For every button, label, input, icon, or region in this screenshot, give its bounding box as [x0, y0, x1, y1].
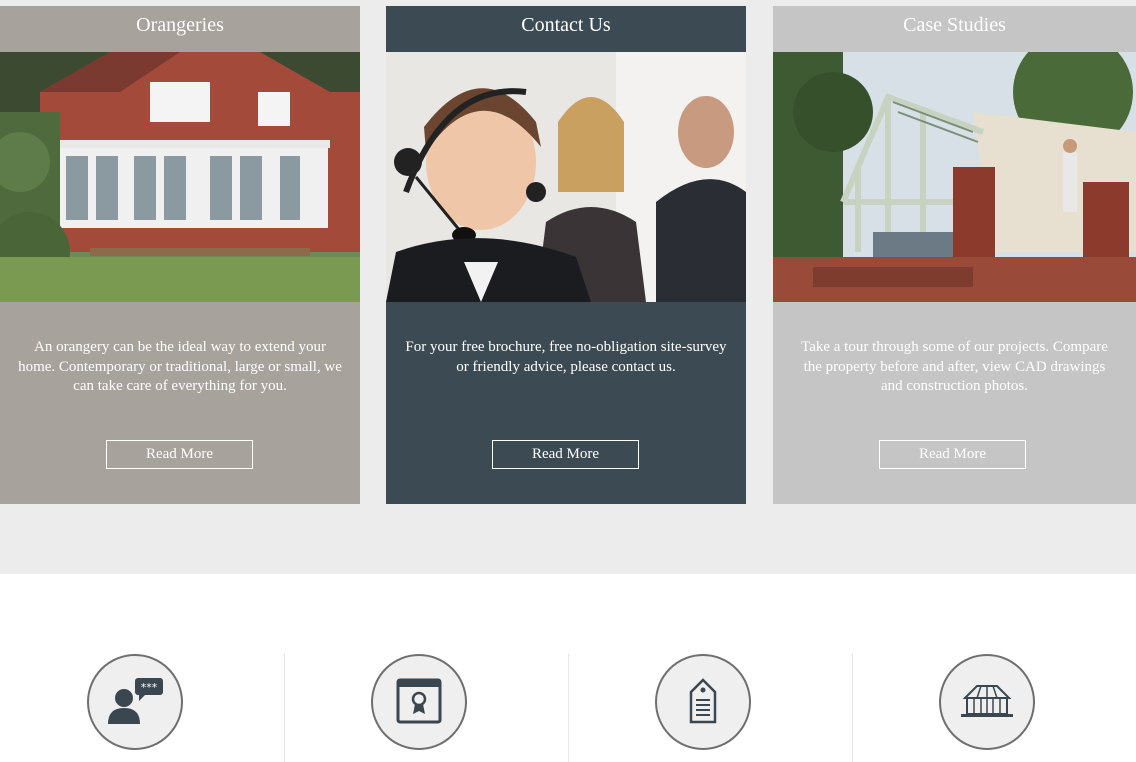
card-orangeries: Orangeries An orangery can be the ideal …	[0, 6, 360, 504]
svg-text:***: ***	[141, 681, 158, 694]
conservatory-icon[interactable]	[939, 654, 1035, 750]
card-description: For your free brochure, free no-obligati…	[405, 339, 727, 375]
read-more-button[interactable]: Read More	[106, 440, 253, 469]
divider	[284, 654, 285, 762]
feature-reviews: ***	[0, 654, 284, 762]
card-case-studies: Case Studies Take a tour through some of…	[773, 6, 1136, 504]
feature-certificate	[284, 654, 568, 762]
price-tag-icon[interactable]	[655, 654, 751, 750]
certificate-award-icon[interactable]	[371, 654, 467, 750]
card-description: Take a tour through some of our projects…	[801, 339, 1108, 394]
construction-photo[interactable]	[773, 52, 1136, 302]
card-description: An orangery can be the ideal way to exte…	[18, 339, 342, 394]
divider	[852, 654, 853, 762]
card-title[interactable]: Contact Us	[386, 6, 746, 52]
card-title[interactable]: Orangeries	[0, 6, 360, 52]
card-contact-us: Contact Us For your free brochure, free …	[386, 6, 746, 504]
card-body: An orangery can be the ideal way to exte…	[0, 302, 360, 504]
call-centre-photo[interactable]	[386, 52, 746, 302]
card-body: For your free brochure, free no-obligati…	[386, 302, 746, 504]
orangery-photo[interactable]	[0, 52, 360, 302]
card-title[interactable]: Case Studies	[773, 6, 1136, 52]
read-more-button[interactable]: Read More	[492, 440, 639, 469]
divider	[568, 654, 569, 762]
feature-price	[568, 654, 852, 762]
read-more-button[interactable]: Read More	[879, 440, 1026, 469]
features-row: ***	[0, 654, 1136, 762]
customer-reviews-icon[interactable]: ***	[87, 654, 183, 750]
card-body: Take a tour through some of our projects…	[773, 302, 1136, 504]
feature-conservatory	[852, 654, 1136, 762]
